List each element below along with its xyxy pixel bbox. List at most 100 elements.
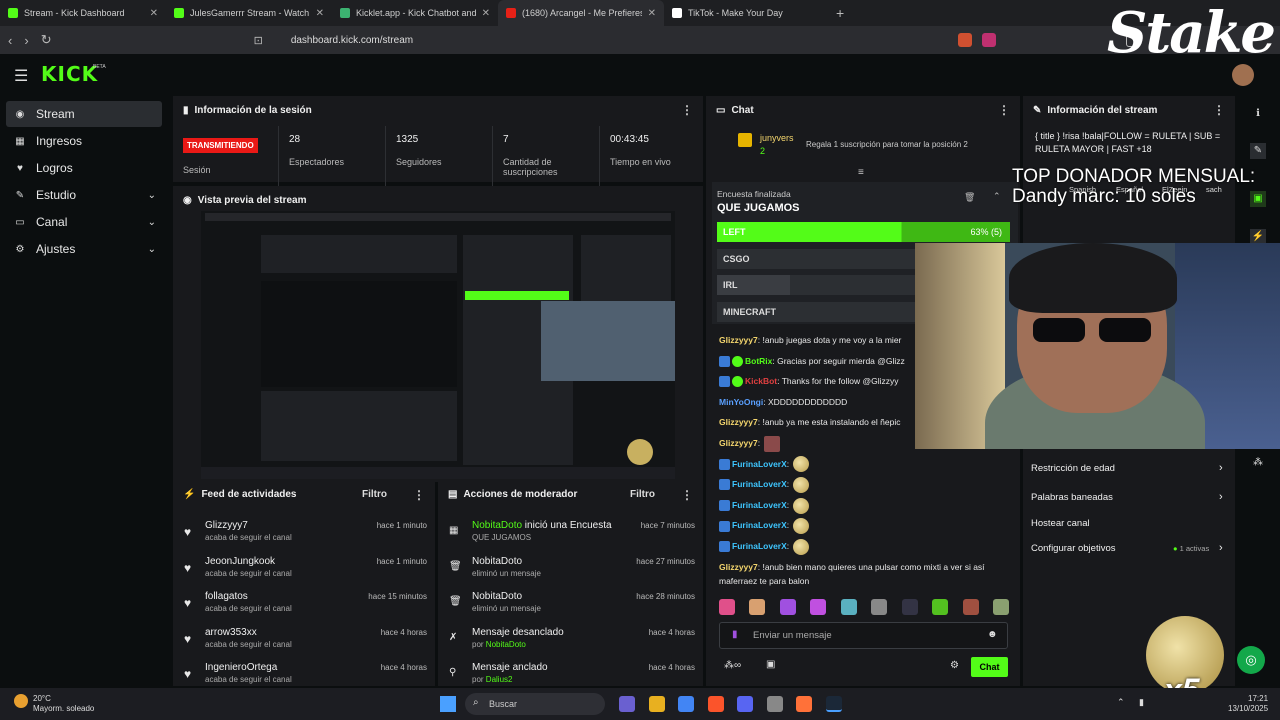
browser-tab[interactable]: JulesGamerrr Stream - Watch Live on ✕ (166, 0, 332, 26)
sidebar-item-canal[interactable]: ▭ Canal ⌄ (6, 209, 162, 235)
chat-username[interactable]: FurinaLoverX (732, 541, 787, 551)
forward-icon[interactable]: › (24, 33, 28, 48)
weather-widget[interactable]: 20°C Mayorm. soleado (33, 694, 94, 714)
avatar[interactable] (1232, 64, 1254, 86)
emote-icon[interactable] (840, 599, 857, 615)
browser-tab[interactable]: Stream - Kick Dashboard ✕ (0, 0, 166, 26)
more-icon[interactable]: ⋮ (413, 488, 425, 502)
new-tab-icon[interactable]: + (830, 5, 844, 21)
chat-username[interactable]: Glizzyyy7 (719, 335, 758, 345)
edit-icon[interactable]: ✎ (1250, 143, 1266, 159)
chat-username[interactable]: FurinaLoverX (732, 459, 787, 469)
emoji-icon[interactable]: ☻ (987, 629, 998, 640)
browser-tab[interactable]: Kicklet.app - Kick Chatbot and Overla ✕ (332, 0, 498, 26)
close-icon[interactable]: ✕ (150, 8, 158, 19)
support-icon[interactable]: ◎ (1237, 646, 1265, 674)
more-icon[interactable]: ⋮ (1213, 103, 1225, 117)
mod-actions-panel: ▤ Acciones de moderador Filtro ⋮ ▦ NobitaDot… (438, 481, 703, 686)
close-icon[interactable]: ✕ (482, 8, 490, 19)
taskbar-app-icon[interactable] (766, 696, 783, 712)
bookmark-icon[interactable]: ⊡ (254, 34, 263, 47)
chat-username[interactable]: FurinaLoverX (732, 520, 787, 530)
stream-setting-row[interactable]: Configurar objetivos ● 1 activas › (1031, 542, 1231, 554)
taskbar-app-icon[interactable] (825, 696, 842, 712)
chat-username[interactable]: FurinaLoverX (732, 479, 787, 489)
taskbar-app-icon[interactable] (648, 696, 665, 712)
chat-username[interactable]: FurinaLoverX (732, 500, 787, 510)
mod-user[interactable]: NobitaDoto (472, 520, 522, 531)
menu-icon[interactable]: ☰ (14, 66, 28, 86)
clock[interactable]: 17:21 13/10/2025 (1228, 694, 1268, 714)
taskbar-app-icon[interactable] (678, 696, 694, 712)
stream-preview[interactable] (201, 211, 675, 479)
info-icon[interactable]: ℹ (1250, 106, 1266, 122)
people-icon[interactable]: ⁂ (1250, 455, 1266, 471)
chevron-up-icon[interactable]: ⌃ (1117, 697, 1125, 708)
chevron-down-icon[interactable]: ≡ (858, 167, 864, 178)
chat-username[interactable]: BotRix (745, 356, 772, 366)
emote-icon[interactable] (779, 599, 796, 615)
stream-setting-row[interactable]: Palabras baneadas › (1031, 491, 1231, 503)
sidebar-item-ajustes[interactable]: ⚙ Ajustes ⌄ (6, 236, 162, 262)
gift-prompt[interactable]: Regala 1 suscripción para tomar la posic… (806, 140, 968, 149)
points-icon[interactable]: ⁂∞ (724, 660, 741, 671)
chat-username[interactable]: MinYoOngi (719, 397, 763, 407)
close-icon[interactable]: ✕ (316, 8, 324, 19)
mic-icon[interactable]: ▮ (1139, 697, 1144, 708)
emote-icon[interactable] (962, 599, 979, 615)
sidebar-item-logros[interactable]: ♥ Logros (6, 155, 162, 181)
close-icon[interactable]: ✕ (648, 8, 656, 19)
taskbar-app-icon[interactable] (619, 696, 635, 712)
taskbar-app-icon[interactable] (796, 696, 812, 712)
browser-tab[interactable]: TikTok - Make Your Day (664, 0, 830, 26)
extension-icon[interactable] (982, 33, 996, 47)
emote-icon[interactable] (749, 599, 766, 615)
windows-start-icon[interactable] (440, 696, 456, 712)
chevron-up-icon[interactable]: ⌃ (993, 191, 1001, 202)
stream-setting-row[interactable]: Restricción de edad › (1031, 462, 1231, 474)
chat-username[interactable]: Glizzyyy7 (719, 417, 758, 427)
chat-username[interactable]: Glizzyyy7 (719, 438, 758, 448)
gear-icon[interactable]: ⚙ (950, 660, 959, 671)
more-icon[interactable]: ⋮ (998, 103, 1010, 117)
mod-user[interactable]: NobitaDoto (472, 556, 522, 567)
more-icon[interactable]: ⋮ (681, 103, 693, 117)
back-icon[interactable]: ‹ (8, 33, 12, 48)
chat-username[interactable]: Glizzyyy7 (719, 562, 758, 572)
emote-icon[interactable] (932, 599, 949, 615)
emote-icon[interactable] (901, 599, 918, 615)
chat-send-button[interactable]: Chat (971, 657, 1008, 677)
brave-shield-icon[interactable] (958, 33, 972, 47)
chat-input[interactable]: Enviar un mensaje (719, 622, 1008, 649)
taskbar-app-icon[interactable] (737, 696, 753, 712)
sidebar-item-ingresos[interactable]: ▦ Ingresos (6, 128, 162, 154)
url-field[interactable]: dashboard.kick.com/stream (291, 35, 413, 46)
reload-icon[interactable]: ↻ (41, 32, 52, 48)
taskbar-search[interactable]: Buscar (465, 693, 605, 715)
mic-icon[interactable]: ▮ (732, 629, 738, 640)
sidebar-item-stream[interactable]: ◉ Stream (6, 101, 162, 127)
stream-setting-row[interactable]: Hostear canal (1031, 518, 1231, 529)
chat-title: Chat (731, 104, 754, 116)
chat-text: : !anub ya me esta instalando el ñepic (757, 417, 901, 428)
mod-filter-button[interactable]: Filtro (630, 489, 655, 500)
timestamp: hace 7 minutos (640, 521, 695, 530)
taskbar-app-icon[interactable] (707, 696, 724, 712)
kick-logo[interactable]: KICK (41, 62, 98, 86)
emote-icon[interactable] (810, 599, 827, 615)
more-icon[interactable]: ⋮ (681, 488, 693, 502)
coin-emote-icon (793, 497, 810, 514)
feed-filter-button[interactable]: Filtro (362, 489, 387, 500)
chat-username[interactable]: KickBot (745, 376, 777, 386)
trash-icon[interactable]: 🗑 (964, 192, 975, 203)
timestamp: hace 1 minuto (376, 521, 427, 530)
emote-icon[interactable] (871, 599, 888, 615)
emote-icon[interactable] (719, 599, 735, 615)
gift-icon[interactable]: ▣ (766, 659, 775, 670)
list-item: ▦ NobitaDoto inició una Encuesta QUE JUGAM… (438, 516, 703, 552)
emote-icon[interactable] (992, 599, 1009, 615)
mod-user[interactable]: NobitaDoto (472, 591, 522, 602)
sidebar-item-estudio[interactable]: ✎ Estudio ⌄ (6, 182, 162, 208)
browser-tab[interactable]: (1680) Arcangel - Me Prefieres a ✕ (498, 0, 664, 26)
session-title: Información de la sesión (194, 104, 312, 116)
